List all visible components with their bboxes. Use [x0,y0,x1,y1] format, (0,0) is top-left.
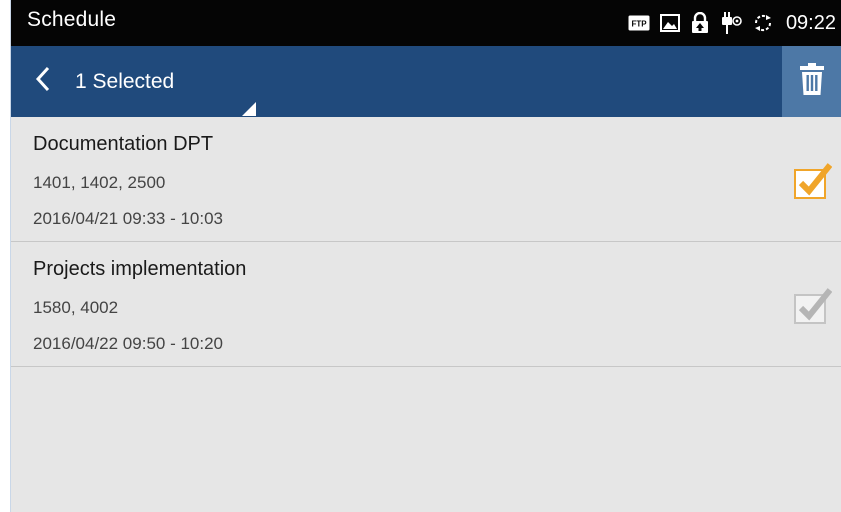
delete-button[interactable] [782,46,841,117]
lock-icon [690,12,710,34]
meeting-title: Documentation DPT [33,133,214,155]
status-time: 09:22 [785,11,836,34]
back-button[interactable] [25,62,61,100]
app-window: Schedule FTP 09:22 1 Selected Documentat… [10,0,841,512]
dropdown-triangle-icon [242,102,256,116]
checkbox-unchecked[interactable] [794,286,833,324]
action-bar: 1 Selected [11,46,841,117]
trash-icon [798,62,826,101]
ftp-icon-label: FTP [631,20,647,29]
status-bar: Schedule FTP 09:22 [11,0,841,46]
selection-count-label[interactable]: 1 Selected [75,70,174,94]
meeting-title: Projects implementation [33,258,247,280]
ftp-icon: FTP [628,15,650,31]
chevron-left-icon [34,66,52,97]
checkbox-checked[interactable] [794,161,833,199]
schedule-list: Documentation DPT 1401, 1402, 2500 2016/… [11,117,841,367]
image-icon [659,14,680,32]
status-bar-app-title: Schedule [27,8,117,31]
meeting-time-range: 2016/04/21 09:33 - 10:03 [33,209,223,228]
meeting-extensions: 1401, 1402, 2500 [33,173,166,192]
meeting-time-range: 2016/04/22 09:50 - 10:20 [33,334,223,353]
usb-icon [720,11,742,35]
sync-icon [752,12,774,34]
schedule-list-item[interactable]: Projects implementation 1580, 4002 2016/… [11,242,841,367]
check-icon [794,163,833,203]
status-icons: FTP 09:22 [628,9,836,37]
meeting-extensions: 1580, 4002 [33,298,119,317]
schedule-list-item[interactable]: Documentation DPT 1401, 1402, 2500 2016/… [11,117,841,242]
check-icon [794,288,833,328]
